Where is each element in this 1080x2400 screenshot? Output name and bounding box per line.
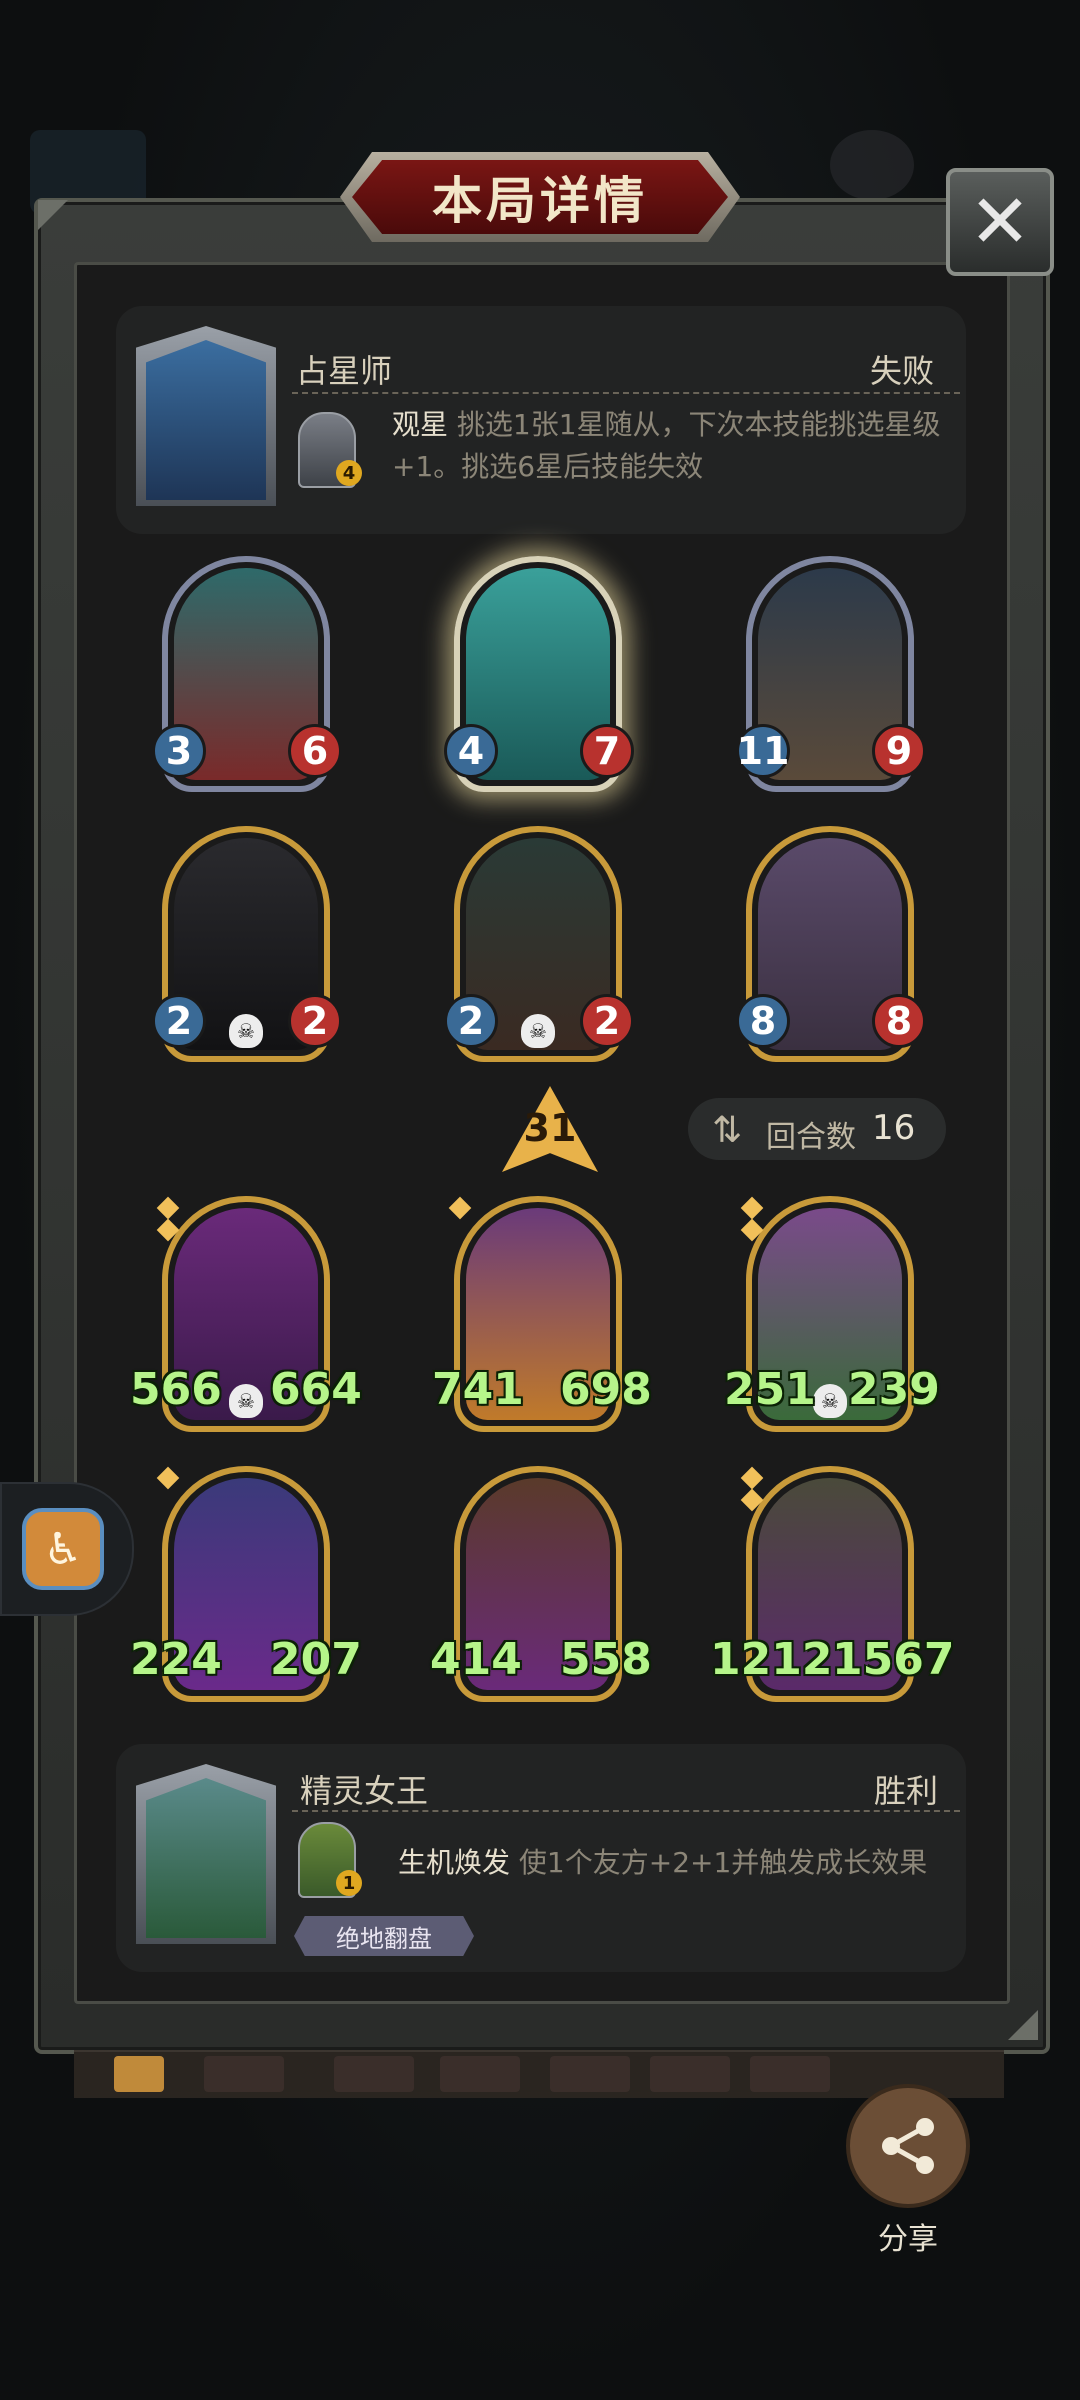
unit-health: 2 — [580, 994, 634, 1048]
share-button[interactable] — [846, 2084, 970, 2208]
accessibility-icon: ♿ — [43, 1523, 83, 1575]
skull-icon: ☠ — [521, 1014, 555, 1048]
unit-attack: 11 — [736, 724, 790, 778]
unit-attack: 4 — [444, 724, 498, 778]
skull-icon: ☠ — [229, 1384, 263, 1418]
skull-icon: ☠ — [229, 1014, 263, 1048]
unit-health: 698 — [560, 1364, 652, 1415]
share-icon — [882, 2118, 934, 2174]
unit-health: 2 — [288, 994, 342, 1048]
player-skill-name: 生机焕发 — [398, 1846, 511, 1879]
unit-attack: 3 — [152, 724, 206, 778]
unit-attack: 414 — [430, 1634, 522, 1685]
share-label: 分享 — [878, 2222, 938, 2257]
skill-level-badge: 1 — [336, 1870, 362, 1896]
accessibility-button[interactable]: ♿ — [22, 1508, 104, 1590]
unit-health: 7 — [580, 724, 634, 778]
divider — [292, 392, 960, 394]
history-thumb — [550, 2056, 630, 2092]
unit-attack: 741 — [432, 1364, 524, 1415]
divider — [292, 1810, 960, 1812]
unit-health: 6 — [288, 724, 342, 778]
player-skill-desc: 使1个友方+2+1并触发成长效果 — [518, 1846, 928, 1879]
unit-health: 207 — [270, 1634, 362, 1685]
unit-health: 9 — [872, 724, 926, 778]
history-thumb — [750, 2056, 830, 2092]
unit-health: 8 — [872, 994, 926, 1048]
unit-attack: 1212 — [710, 1634, 833, 1685]
opponent-skill-name: 观星 — [392, 408, 449, 441]
history-thumb — [650, 2056, 730, 2092]
unit-attack: 2 — [152, 994, 206, 1048]
unit-health: 239 — [848, 1364, 940, 1415]
opponent-name: 占星师 — [296, 352, 393, 390]
opponent-skill-desc: 挑选1张1星随从，下次本技能挑选星级+1。挑选6星后技能失效 — [392, 408, 941, 483]
close-icon: ✕ — [968, 179, 1031, 265]
damage-value: 31 — [523, 1106, 577, 1150]
comeback-tag: 绝地翻盘 — [294, 1916, 474, 1956]
close-button[interactable]: ✕ — [946, 168, 1054, 276]
unit-attack: 251 — [724, 1364, 816, 1415]
player-avatar — [146, 1778, 266, 1938]
unit-health: 1567 — [832, 1634, 955, 1685]
round-icon: ⇅ — [712, 1110, 743, 1151]
history-thumb — [204, 2056, 284, 2092]
unit-attack: 8 — [736, 994, 790, 1048]
background-gear-icon — [830, 130, 914, 200]
round-label: 回合数 — [766, 1120, 856, 1155]
history-thumb — [334, 2056, 414, 2092]
unit-attack: 2 — [444, 994, 498, 1048]
history-thumb — [114, 2056, 164, 2092]
opponent-skill-text: 观星 挑选1张1星随从，下次本技能挑选星级+1。挑选6星后技能失效 — [392, 404, 952, 488]
skull-icon: ☠ — [813, 1384, 847, 1418]
player-result: 胜利 — [874, 1772, 939, 1810]
title-banner: 本局详情 — [352, 160, 728, 234]
page-title: 本局详情 — [432, 172, 648, 230]
unit-attack: 566 — [130, 1364, 222, 1415]
player-name: 精灵女王 — [300, 1772, 429, 1810]
skill-level-badge: 4 — [336, 460, 362, 486]
unit-health: 558 — [560, 1634, 652, 1685]
opponent-result: 失败 — [870, 352, 935, 390]
round-count: 16 — [872, 1108, 916, 1148]
unit-attack: 224 — [130, 1634, 222, 1685]
opponent-avatar — [146, 340, 266, 500]
unit-health: 664 — [270, 1364, 362, 1415]
history-thumb — [440, 2056, 520, 2092]
player-skill-text: 生机焕发 使1个友方+2+1并触发成长效果 — [398, 1842, 958, 1884]
